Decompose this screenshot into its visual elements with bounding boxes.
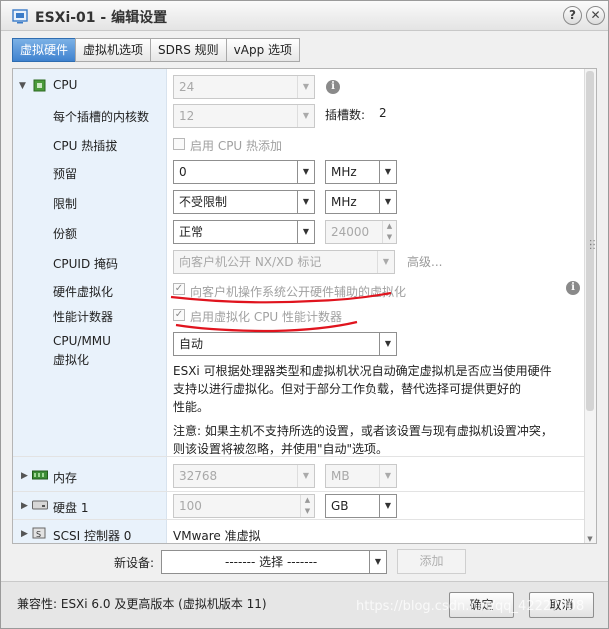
new-device-select[interactable]: ------- 选择 ------- ▼ bbox=[161, 550, 387, 574]
add-device-button[interactable]: 添加 bbox=[397, 549, 466, 574]
hardware-panel: ▼ CPU 24 ▼ i 每个插槽的内核数 12 ▼ 插槽数: 2 CPU 热插… bbox=[12, 68, 597, 544]
resize-grip-icon[interactable]: :::: bbox=[589, 238, 596, 252]
help-button[interactable]: ? bbox=[563, 6, 582, 25]
chevron-down-icon: ▼ bbox=[369, 551, 386, 573]
cancel-button[interactable]: 取消 bbox=[529, 592, 594, 618]
new-device-label: 新设备: bbox=[114, 556, 155, 570]
tab-vm-options[interactable]: 虚拟机选项 bbox=[75, 38, 152, 62]
vm-icon bbox=[12, 9, 28, 24]
tab-virtual-hardware[interactable]: 虚拟硬件 bbox=[12, 38, 77, 62]
dialog-title: ESXi-01 - 编辑设置 bbox=[35, 10, 168, 26]
title-bar[interactable]: ESXi-01 - 编辑设置 ? ✕ bbox=[1, 1, 608, 31]
ok-button[interactable]: 确定 bbox=[449, 592, 514, 618]
close-button[interactable]: ✕ bbox=[586, 6, 605, 25]
tab-vapp-options[interactable]: vApp 选项 bbox=[225, 38, 301, 62]
tab-bar: 虚拟硬件 虚拟机选项 SDRS 规则 vApp 选项 bbox=[12, 38, 301, 62]
edit-settings-dialog: ESXi-01 - 编辑设置 ? ✕ 虚拟硬件 虚拟机选项 SDRS 规则 vA… bbox=[0, 0, 609, 629]
red-annotation-marks bbox=[170, 291, 392, 333]
annotation-underline-1 bbox=[170, 291, 392, 304]
annotation-underline-2 bbox=[175, 320, 358, 333]
tab-sdrs-rules[interactable]: SDRS 规则 bbox=[150, 38, 227, 62]
compatibility-text: 兼容性: ESXi 6.0 及更高版本 (虚拟机版本 11) bbox=[17, 597, 267, 611]
